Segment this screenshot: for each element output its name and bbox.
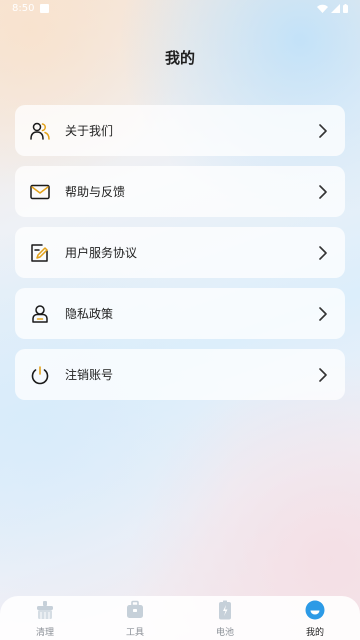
chevron-right-icon: [319, 306, 331, 321]
tab-label: 清理: [35, 628, 54, 638]
chevron-right-icon: [319, 184, 331, 199]
status-bar: 8:50: [0, 0, 360, 20]
menu-item-privacy-policy[interactable]: 隐私政策: [15, 288, 345, 339]
menu-item-label: 用户服务协议: [65, 246, 138, 260]
tab-tools[interactable]: 工具: [90, 596, 180, 640]
menu-item-about-us[interactable]: 关于我们: [15, 105, 345, 156]
broom-icon: [35, 600, 55, 620]
signal-icon: [331, 4, 340, 13]
tab-label: 工具: [125, 628, 144, 638]
battery-status-icon: [343, 4, 348, 13]
tab-label: 我的: [305, 628, 324, 638]
profile-icon: [305, 600, 325, 620]
battery-icon: [215, 600, 235, 620]
bottom-tab-bar: 清理 工具 电池 我的: [0, 596, 360, 640]
menu-item-label: 帮助与反馈: [65, 185, 126, 199]
chevron-right-icon: [319, 367, 331, 382]
tab-clean[interactable]: 清理: [0, 596, 90, 640]
toolbox-icon: [125, 600, 145, 620]
page-title: 我的: [164, 49, 195, 67]
user-shield-icon: [29, 303, 51, 325]
status-time: 8:50: [12, 3, 35, 14]
menu-item-help-feedback[interactable]: 帮助与反馈: [15, 166, 345, 217]
tab-mine[interactable]: 我的: [270, 596, 360, 640]
chevron-right-icon: [319, 245, 331, 260]
power-icon: [29, 364, 51, 386]
wifi-icon: [317, 4, 328, 13]
menu-item-label: 关于我们: [65, 124, 114, 138]
notification-icon: [40, 4, 49, 13]
menu-item-label: 注销账号: [65, 368, 114, 382]
menu-item-label: 隐私政策: [65, 307, 114, 321]
mail-icon: [29, 181, 51, 203]
chevron-right-icon: [319, 123, 331, 138]
tab-battery[interactable]: 电池: [180, 596, 270, 640]
menu-item-user-agreement[interactable]: 用户服务协议: [15, 227, 345, 278]
menu-item-delete-account[interactable]: 注销账号: [15, 349, 345, 400]
people-icon: [29, 120, 51, 142]
document-edit-icon: [29, 242, 51, 264]
tab-label: 电池: [215, 628, 234, 638]
